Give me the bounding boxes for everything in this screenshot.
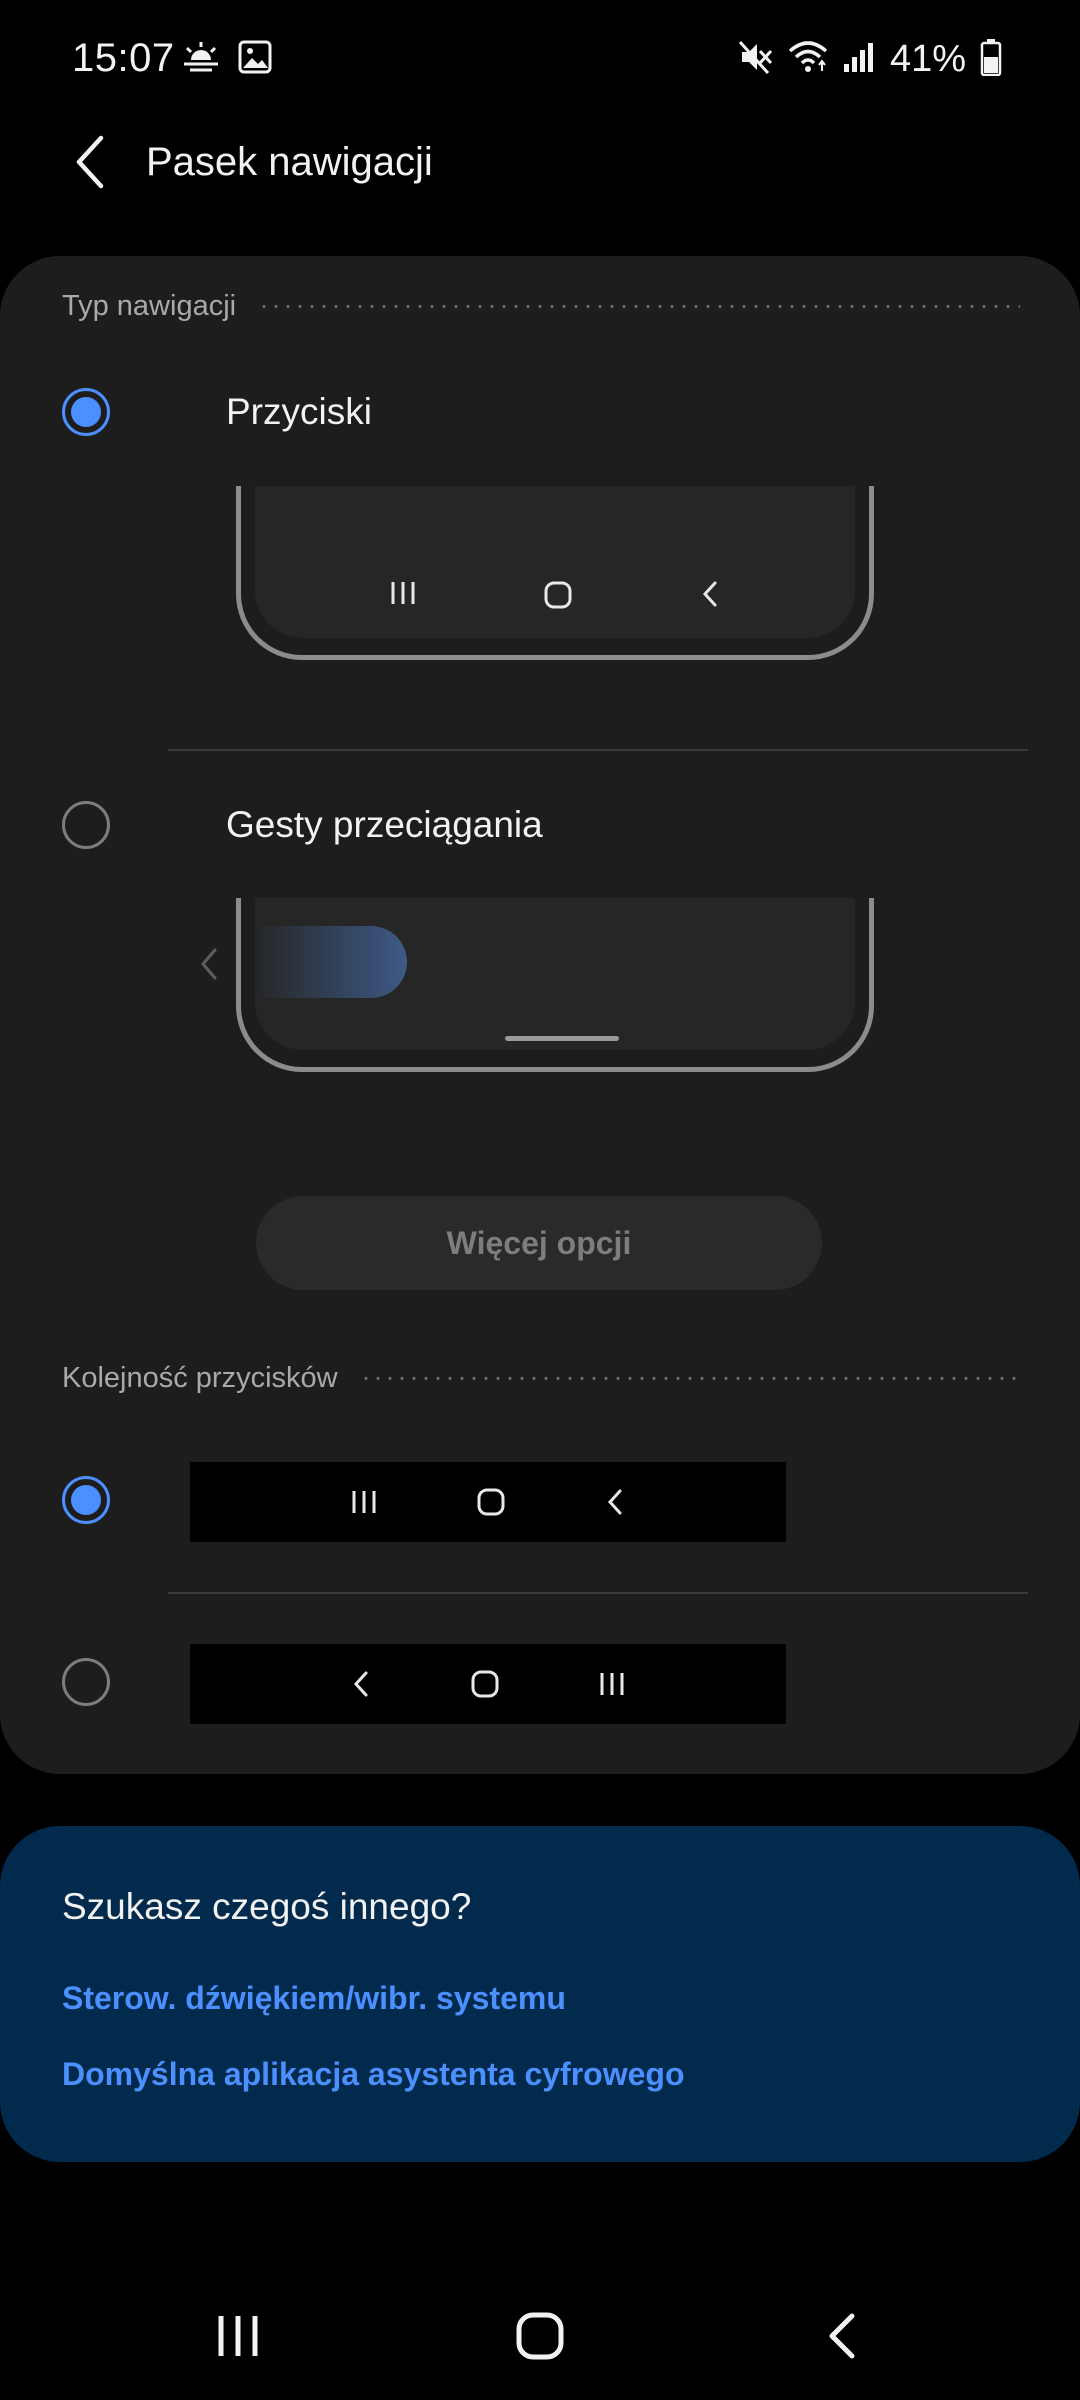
recents-icon — [218, 2316, 258, 2356]
recents-icon — [352, 1491, 376, 1513]
mute-icon — [738, 39, 774, 80]
button-order-option-2[interactable] — [190, 1644, 786, 1724]
option-divider — [168, 749, 1028, 751]
radio-gestures[interactable] — [62, 801, 110, 849]
preview-buttons-screen — [255, 486, 855, 638]
battery-percent: 41% — [889, 38, 966, 80]
sunrise-icon — [182, 40, 220, 79]
preview-buttons-nav — [255, 580, 855, 610]
recents-icon — [391, 582, 415, 604]
preview-buttons-phone[interactable] — [236, 486, 874, 660]
status-right-icons: 41% — [738, 38, 1002, 81]
page-title: Pasek nawigacji — [146, 140, 433, 184]
system-home-button[interactable] — [480, 2286, 600, 2386]
suggestions-title: Szukasz czegoś innego? — [62, 1886, 472, 1927]
back-icon — [829, 2313, 855, 2359]
more-options-button[interactable]: Więcej opcji — [256, 1196, 822, 1290]
signal-icon — [842, 40, 876, 79]
section-divider-dots — [359, 1377, 1020, 1380]
gesture-swipe-indicator — [255, 926, 407, 998]
radio-order-2[interactable] — [62, 1658, 110, 1706]
recents-icon — [600, 1673, 624, 1695]
preview-gestures-screen — [255, 898, 855, 1050]
button-order-option-2-radio-wrap[interactable] — [62, 1658, 110, 1706]
option-divider — [168, 1592, 1028, 1594]
home-icon — [471, 1670, 499, 1698]
section-header-button-order: Kolejność przycisków — [62, 1362, 1020, 1395]
suggestion-link-sound-vibration[interactable]: Sterow. dźwiękiem/wibr. systemu — [62, 1980, 566, 2017]
back-button[interactable] — [60, 128, 120, 196]
image-icon — [238, 40, 272, 79]
option-label: Przyciski — [226, 391, 372, 432]
back-icon — [353, 1671, 368, 1697]
preview-gestures-phone[interactable] — [236, 898, 874, 1072]
button-order-option-1-radio-wrap[interactable] — [62, 1476, 110, 1524]
wifi-icon — [788, 39, 828, 80]
status-time: 15:07 — [72, 36, 175, 80]
system-back-button[interactable] — [782, 2286, 902, 2386]
radio-order-1-selected[interactable] — [62, 1476, 110, 1524]
battery-icon — [980, 38, 1002, 81]
gesture-back-chevron-icon — [198, 946, 220, 987]
status-left-icons — [182, 40, 272, 79]
home-icon — [544, 581, 572, 609]
back-icon — [703, 581, 717, 607]
chevron-left-icon — [76, 135, 104, 189]
button-order-option-1[interactable] — [190, 1462, 786, 1542]
option-label: Gesty przeciągania — [226, 804, 543, 845]
home-icon — [477, 1488, 505, 1516]
home-icon — [516, 2312, 564, 2360]
section-divider-dots — [258, 305, 1020, 308]
nav-type-option-buttons[interactable]: Przyciski — [62, 382, 1022, 442]
section-title: Typ nawigacji — [62, 290, 237, 322]
back-icon — [608, 1489, 622, 1515]
gesture-home-handle — [505, 1036, 619, 1041]
nav-type-option-gestures[interactable]: Gesty przeciągania — [62, 795, 1022, 855]
system-recents-button[interactable] — [178, 2286, 298, 2386]
section-title: Kolejność przycisków — [62, 1362, 338, 1394]
suggestion-link-digital-assistant[interactable]: Domyślna aplikacja asystenta cyfrowego — [62, 2056, 684, 2093]
radio-buttons-selected[interactable] — [62, 388, 110, 436]
section-header-navigation-type: Typ nawigacji — [62, 290, 1020, 323]
